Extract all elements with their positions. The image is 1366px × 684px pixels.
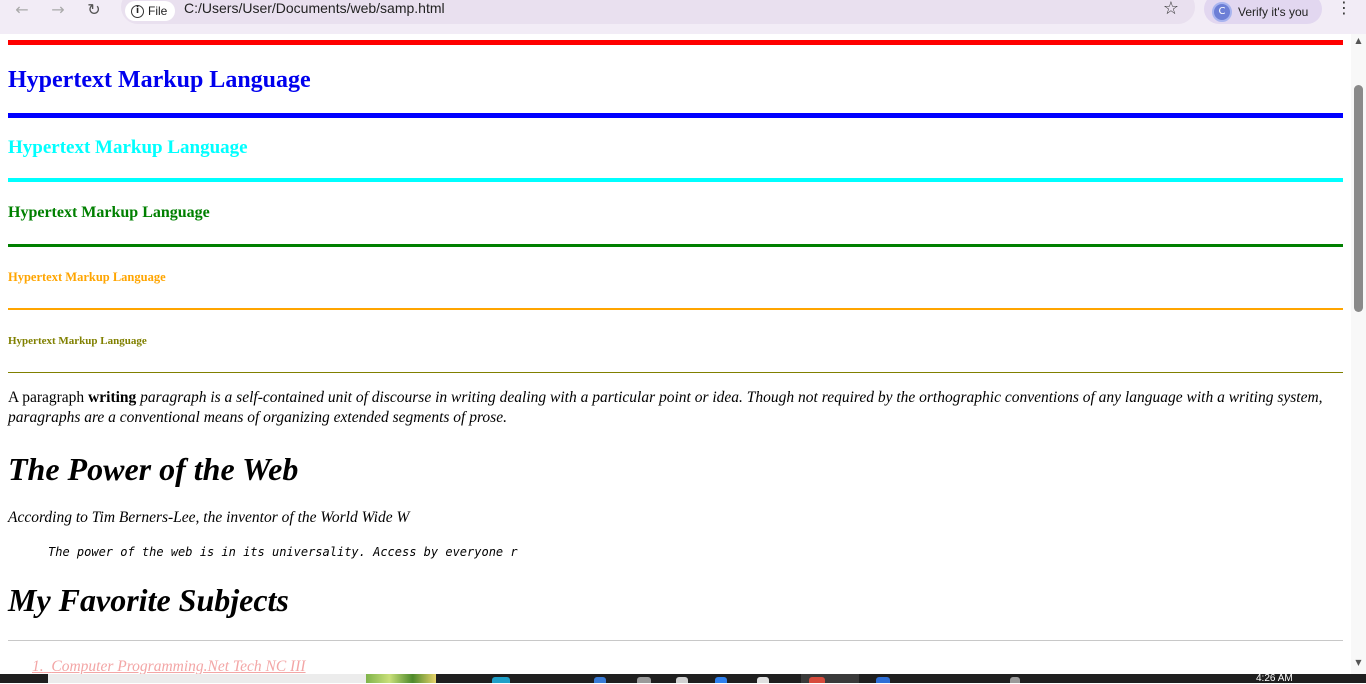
app-icon[interactable]: [876, 677, 890, 683]
app-icon[interactable]: [1010, 677, 1020, 683]
app-icon[interactable]: [757, 677, 769, 683]
reload-button[interactable]: ↻: [80, 0, 108, 19]
search-highlight-image: [366, 674, 436, 683]
app-icon[interactable]: [676, 677, 688, 683]
rule-red: [8, 40, 1343, 45]
paragraph-lead: A paragraph: [8, 389, 89, 406]
rule-blue: [8, 113, 1343, 118]
rule-gray: [8, 640, 1343, 641]
arrow-left-icon: ←: [15, 0, 29, 19]
rule-orange: [8, 308, 1343, 310]
section-title-power-of-web: The Power of the Web: [8, 451, 299, 487]
list-item-link[interactable]: Computer Programming.Net Tech NC III: [51, 658, 305, 674]
app-icon[interactable]: [715, 677, 727, 683]
arrow-right-icon: →: [51, 0, 65, 19]
taskbar: 4:26 AM: [0, 674, 1366, 684]
chrome-icon: [809, 677, 825, 683]
paragraph-bold: writing: [88, 389, 137, 406]
app-icon[interactable]: [594, 677, 606, 683]
star-icon[interactable]: ☆: [1163, 0, 1179, 19]
url-text[interactable]: C:/Users/User/Documents/web/samp.html: [184, 0, 445, 16]
info-icon: i: [131, 4, 144, 18]
rule-cyan: [8, 178, 1343, 182]
heading-1: Hypertext Markup Language: [8, 67, 311, 93]
forward-button[interactable]: →: [44, 0, 72, 19]
app-icon[interactable]: [637, 677, 651, 683]
heading-3: Hypertext Markup Language: [8, 204, 210, 221]
taskbar-search-box[interactable]: [48, 674, 436, 683]
reload-icon: ↻: [87, 0, 101, 19]
rule-olive: [8, 372, 1343, 373]
paragraph-italic: paragraph is a self-contained unit of di…: [8, 389, 1323, 426]
heading-2: Hypertext Markup Language: [8, 137, 248, 158]
blockquote: The power of the web is in its universal…: [48, 545, 518, 559]
scroll-down-icon[interactable]: ▼: [1351, 656, 1366, 670]
paragraph: A paragraph writing paragraph is a self-…: [8, 388, 1328, 428]
citation: According to Tim Berners-Lee, the invent…: [8, 509, 410, 526]
address-bar[interactable]: i File C:/Users/User/Documents/web/samp.…: [121, 0, 1195, 24]
back-button[interactable]: ←: [8, 0, 36, 19]
site-info-label: File: [148, 4, 168, 18]
page-viewport: Hypertext Markup Language Hypertext Mark…: [0, 34, 1351, 674]
list-item[interactable]: 1. Computer Programming.Net Tech NC III: [32, 658, 306, 674]
heading-4: Hypertext Markup Language: [8, 270, 166, 284]
avatar: C: [1212, 2, 1232, 22]
kebab-menu-icon[interactable]: ⋮: [1336, 0, 1352, 18]
vertical-scrollbar[interactable]: ▲ ▼: [1351, 34, 1366, 674]
list-number: 1.: [32, 658, 44, 674]
scroll-up-icon[interactable]: ▲: [1351, 34, 1366, 48]
scroll-thumb[interactable]: [1354, 85, 1363, 312]
section-title-favorite-subjects: My Favorite Subjects: [8, 582, 289, 618]
browser-toolbar: ← → ↻ i File C:/Users/User/Documents/web…: [0, 0, 1366, 34]
taskbar-active-app[interactable]: [801, 674, 859, 683]
profile-verify-label: Verify it's you: [1238, 5, 1309, 19]
site-info-chip[interactable]: i File: [125, 1, 176, 21]
heading-5: Hypertext Markup Language: [8, 335, 147, 347]
taskbar-clock[interactable]: 4:26 AM: [1256, 674, 1293, 684]
profile-verify-button[interactable]: C Verify it's you: [1204, 0, 1322, 24]
rule-green: [8, 244, 1343, 247]
edge-icon[interactable]: [492, 677, 510, 683]
